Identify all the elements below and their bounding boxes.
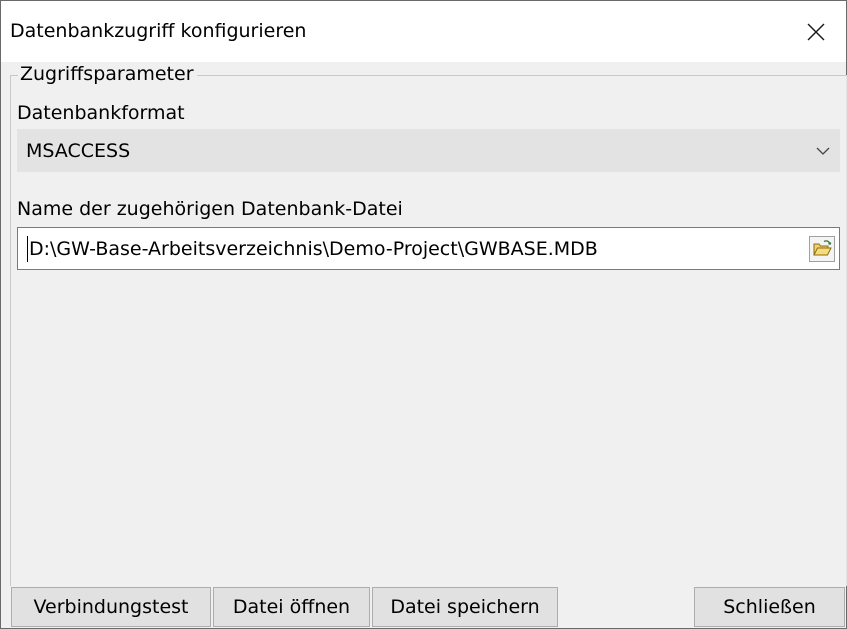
database-file-value: D:\GW-Base-Arbeitsverzeichnis\Demo-Proje… xyxy=(29,238,598,260)
browse-file-button[interactable] xyxy=(809,236,835,262)
group-legend: Zugriffsparameter xyxy=(18,62,197,86)
title-bar: Datenbankzugriff konfigurieren xyxy=(1,1,846,62)
database-format-select[interactable]: MSACCESS xyxy=(17,129,840,172)
close-icon xyxy=(807,23,825,40)
database-file-input[interactable]: D:\GW-Base-Arbeitsverzeichnis\Demo-Proje… xyxy=(17,227,840,270)
database-format-value: MSACCESS xyxy=(26,140,131,162)
connection-test-button[interactable]: Verbindungstest xyxy=(11,587,211,627)
chevron-down-icon xyxy=(816,147,830,155)
text-caret xyxy=(27,236,28,262)
save-file-button[interactable]: Datei speichern xyxy=(372,587,558,627)
open-file-button[interactable]: Datei öffnen xyxy=(213,587,370,627)
database-file-label: Name der zugehörigen Datenbank-Datei xyxy=(17,198,403,220)
dialog-window: Datenbankzugriff konfigurieren Zugriffsp… xyxy=(0,0,847,629)
close-dialog-button[interactable]: Schließen xyxy=(694,587,845,627)
window-title: Datenbankzugriff konfigurieren xyxy=(10,20,307,42)
database-format-label: Datenbankformat xyxy=(17,102,185,124)
folder-open-icon xyxy=(809,236,835,262)
close-button[interactable] xyxy=(786,1,846,62)
